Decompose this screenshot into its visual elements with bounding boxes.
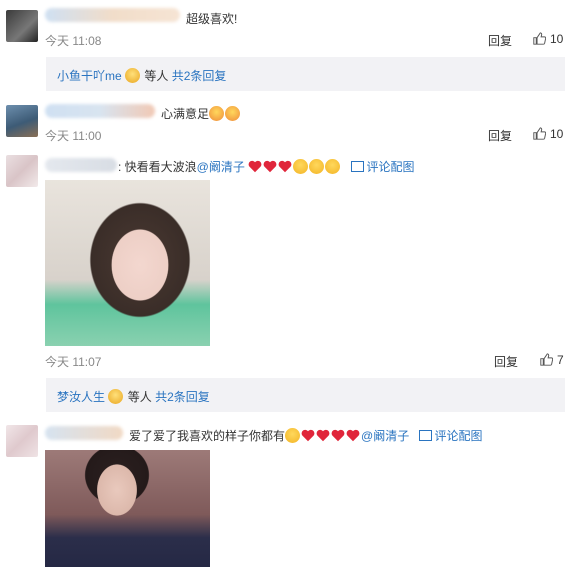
- like-button[interactable]: 10: [533, 127, 563, 141]
- comment-3: : 快看看大波浪@阚清子 评论配图 今天 11:07 回复 7 梦汝人生 等人 …: [0, 150, 565, 415]
- comment-4: 爱了爱了我喜欢的样子你都有 @阚清子 评论配图: [0, 415, 565, 567]
- like-button[interactable]: 10: [533, 32, 563, 46]
- sub-reply-suffix: 等人: [144, 69, 169, 83]
- heart-icon: [278, 160, 292, 173]
- avatar[interactable]: [6, 10, 38, 42]
- like-count: 10: [550, 127, 564, 141]
- username-blurred[interactable]: [45, 8, 180, 22]
- heart-icon: [301, 429, 315, 442]
- thumbs-up-icon: [540, 353, 553, 366]
- sub-reply-suffix: 等人: [127, 390, 152, 404]
- comment-text: 爱了爱了我喜欢的样子你都有 @阚清子 评论配图: [129, 428, 483, 443]
- reply-button[interactable]: 回复: [488, 32, 512, 49]
- avatar[interactable]: [6, 425, 38, 457]
- emoji-icon: [285, 428, 301, 443]
- heart-icon: [316, 429, 330, 442]
- emoji-icon: [125, 68, 141, 83]
- emoji-icon: [293, 159, 309, 174]
- heart-icon: [263, 160, 277, 173]
- comment-time: 今天 11:00: [45, 129, 102, 143]
- comment-text: 超级喜欢!: [186, 12, 238, 26]
- thumbs-up-icon: [533, 32, 546, 45]
- heart-icon: [331, 429, 345, 442]
- sub-reply-user[interactable]: 小鱼干吖me: [57, 69, 122, 83]
- reply-button[interactable]: 回复: [488, 127, 512, 144]
- avatar[interactable]: [6, 105, 38, 137]
- username-blurred[interactable]: [45, 104, 155, 118]
- emoji-icon: [309, 159, 325, 174]
- image-icon: [350, 161, 364, 172]
- sub-reply-user[interactable]: 梦汝人生: [57, 390, 105, 404]
- reply-button[interactable]: 回复: [494, 353, 518, 370]
- comment-time: 今天 11:08: [45, 34, 102, 48]
- heart-icon: [248, 160, 262, 173]
- comment-image-link[interactable]: 评论配图: [350, 160, 415, 174]
- emoji-icon: [108, 389, 124, 404]
- sub-reply-more-link[interactable]: 共2条回复: [172, 69, 227, 83]
- sub-reply-more-link[interactable]: 共2条回复: [155, 390, 210, 404]
- username-blurred[interactable]: [45, 426, 123, 440]
- thumbs-up-icon: [533, 127, 546, 140]
- like-count: 7: [557, 353, 564, 367]
- comment-1: 超级喜欢! 今天 11:08 回复 10 小鱼干吖me 等人 共2条回复: [0, 0, 565, 95]
- mention-link[interactable]: @阚清子: [197, 160, 245, 174]
- comment-2: 心满意足 今天 11:00 回复 10: [0, 95, 565, 150]
- heart-icon: [346, 429, 360, 442]
- avatar[interactable]: [6, 155, 38, 187]
- comment-photo[interactable]: [45, 450, 210, 567]
- image-icon: [418, 430, 432, 441]
- comment-text: 心满意足: [161, 105, 241, 122]
- mention-link[interactable]: @阚清子: [361, 429, 409, 443]
- emoji-icon: [225, 106, 241, 121]
- like-count: 10: [550, 32, 564, 46]
- comment-image-link[interactable]: 评论配图: [418, 429, 483, 443]
- username-blurred[interactable]: [45, 158, 117, 172]
- sub-reply-box[interactable]: 梦汝人生 等人 共2条回复: [46, 378, 565, 412]
- emoji-icon: [325, 159, 341, 174]
- sub-reply-box[interactable]: 小鱼干吖me 等人 共2条回复: [46, 57, 565, 91]
- comment-time: 今天 11:07: [45, 355, 102, 369]
- like-button[interactable]: 7: [540, 353, 564, 367]
- comment-photo[interactable]: [45, 180, 210, 346]
- comment-text: : 快看看大波浪@阚清子 评论配图: [118, 159, 415, 174]
- emoji-icon: [209, 106, 225, 121]
